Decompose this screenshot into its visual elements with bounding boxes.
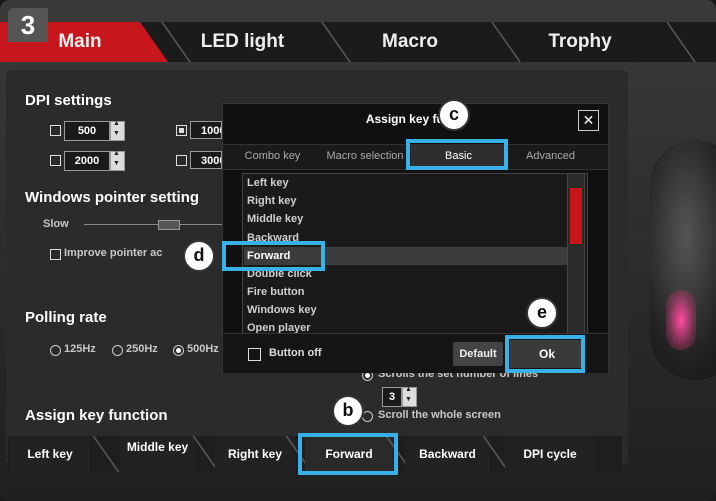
assign-left-key-button[interactable]: Left key [10, 436, 90, 472]
polling-label-500: 500Hz [187, 343, 219, 355]
assign-backward-button[interactable]: Backward [405, 436, 490, 472]
tab-main[interactable]: Main [50, 22, 110, 62]
list-item[interactable]: Right key [247, 192, 297, 210]
assign-dpi-cycle-button[interactable]: DPI cycle [505, 436, 595, 472]
polling-radio-500[interactable] [173, 345, 184, 356]
list-item[interactable]: Windows key [247, 301, 317, 319]
dpi-value-3[interactable]: 2000 [64, 151, 110, 171]
list-item[interactable]: Left key [247, 174, 289, 192]
tab-led-light[interactable]: LED light [180, 22, 305, 62]
highlight-ok-button [505, 335, 585, 373]
assign-middle-key-button[interactable]: Middle key [120, 436, 195, 472]
dpi-spinner-3[interactable] [110, 150, 125, 171]
app-window: 3 Main LED light Macro Trophy DPI settin… [0, 0, 716, 501]
highlight-forward-button [298, 433, 398, 475]
assign-heading: Assign key function [25, 407, 168, 424]
highlight-forward-item [222, 241, 325, 271]
dpi-value-1[interactable]: 500 [64, 121, 110, 141]
assign-right-key-button[interactable]: Right key [215, 436, 295, 472]
dpi-spinner-1[interactable] [110, 120, 125, 141]
pointer-speed-thumb[interactable] [158, 220, 180, 230]
default-button[interactable]: Default [453, 342, 503, 366]
polling-label-250: 250Hz [126, 343, 158, 355]
scroll-lines-value[interactable]: 3 [382, 387, 402, 407]
dpi-checkbox-2[interactable] [176, 125, 187, 136]
polling-radio-125[interactable] [50, 345, 61, 356]
improve-pointer-label: Improve pointer ac [64, 247, 163, 259]
scroll-screen-label: Scroll the whole screen [378, 409, 501, 421]
improve-pointer-checkbox[interactable] [50, 249, 61, 260]
dpi-checkbox-3[interactable] [50, 155, 61, 166]
callout-b: b [332, 395, 364, 427]
dialog-tab-combo-key[interactable]: Combo key [235, 144, 310, 168]
dialog-tab-advanced[interactable]: Advanced [513, 144, 588, 168]
mouse-led-glow [666, 290, 696, 350]
dpi-heading: DPI settings [25, 92, 112, 109]
tab-trophy[interactable]: Trophy [510, 22, 650, 62]
callout-d: d [183, 240, 215, 272]
list-scrollbar[interactable] [567, 173, 585, 335]
slow-label: Slow [43, 218, 69, 230]
dialog-title: Assign key functi [365, 112, 466, 126]
list-item[interactable]: Middle key [247, 210, 303, 228]
dpi-checkbox-1[interactable] [50, 125, 61, 136]
tab-macro[interactable]: Macro [345, 22, 475, 62]
close-icon[interactable]: ✕ [578, 110, 599, 131]
pointer-heading: Windows pointer setting [25, 189, 200, 206]
button-off-label: Button off [269, 347, 322, 359]
dialog-tab-macro-selection[interactable]: Macro selection [325, 144, 405, 168]
scroll-lines-spinner[interactable] [402, 386, 417, 407]
dpi-value-2[interactable]: 1000 [190, 121, 222, 139]
polling-label-125: 125Hz [64, 343, 96, 355]
dpi-checkbox-4[interactable] [176, 155, 187, 166]
callout-e: e [526, 297, 558, 329]
dpi-value-4[interactable]: 3000 [190, 151, 222, 169]
button-off-checkbox[interactable] [248, 348, 261, 361]
highlight-basic-tab [406, 139, 508, 170]
polling-radio-250[interactable] [112, 345, 123, 356]
scrollbar-thumb[interactable] [570, 188, 582, 244]
pointer-speed-track[interactable] [84, 224, 224, 225]
polling-heading: Polling rate [25, 309, 107, 326]
callout-c: c [438, 99, 470, 131]
list-item[interactable]: Fire button [247, 283, 304, 301]
step-number-badge: 3 [8, 8, 48, 42]
